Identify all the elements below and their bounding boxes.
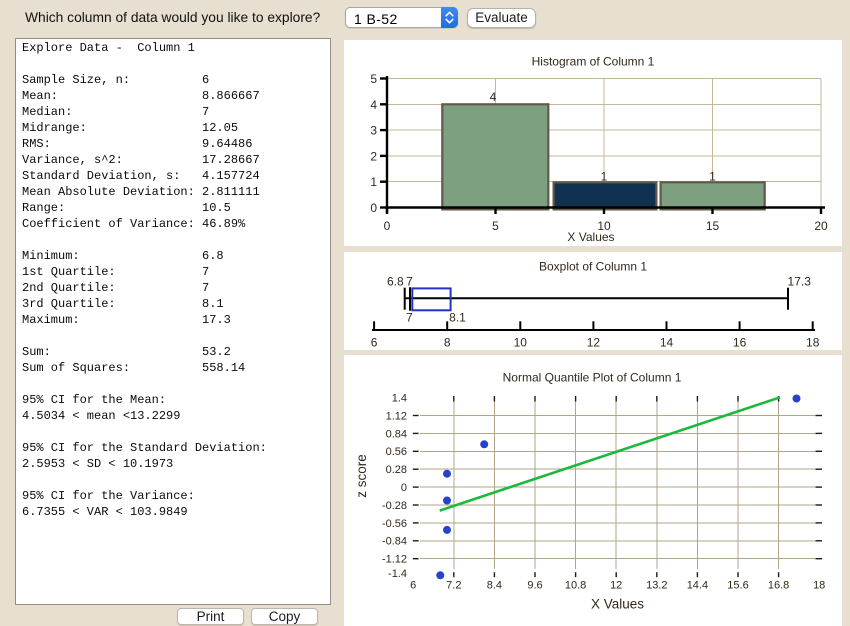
svg-text:7.2: 7.2 (446, 579, 461, 591)
svg-text:Histogram of Column 1: Histogram of Column 1 (532, 55, 655, 69)
svg-text:14.4: 14.4 (687, 579, 708, 591)
svg-text:6: 6 (410, 579, 416, 591)
svg-text:-1.12: -1.12 (382, 554, 407, 566)
svg-text:Normal Quantile Plot of Column: Normal Quantile Plot of Column 1 (503, 371, 682, 385)
svg-text:5: 5 (370, 72, 377, 86)
svg-text:0.56: 0.56 (386, 446, 407, 458)
svg-text:0: 0 (384, 219, 391, 233)
svg-text:8.1: 8.1 (449, 311, 466, 325)
svg-text:12: 12 (610, 579, 622, 591)
svg-text:7: 7 (406, 275, 413, 289)
svg-text:-0.28: -0.28 (382, 500, 407, 512)
svg-text:8: 8 (444, 336, 451, 350)
svg-text:-0.56: -0.56 (382, 518, 407, 530)
svg-text:z score: z score (354, 454, 369, 498)
svg-text:0: 0 (370, 201, 377, 215)
svg-text:5: 5 (492, 219, 499, 233)
svg-text:1: 1 (370, 175, 377, 189)
svg-text:7: 7 (406, 311, 413, 325)
svg-text:16.8: 16.8 (768, 579, 789, 591)
svg-text:1.12: 1.12 (386, 410, 407, 422)
svg-text:16: 16 (733, 336, 747, 350)
svg-text:13.2: 13.2 (646, 579, 667, 591)
svg-text:4: 4 (370, 98, 377, 112)
svg-text:1: 1 (601, 169, 608, 183)
svg-text:9.6: 9.6 (527, 579, 542, 591)
svg-text:1.4: 1.4 (392, 393, 407, 405)
svg-text:-1.4: -1.4 (388, 568, 407, 580)
svg-text:12: 12 (587, 336, 601, 350)
svg-text:2: 2 (370, 149, 377, 163)
svg-text:Boxplot of Column 1: Boxplot of Column 1 (539, 260, 647, 274)
svg-text:-0.84: -0.84 (382, 536, 407, 548)
svg-text:10: 10 (514, 336, 528, 350)
svg-text:18: 18 (813, 579, 825, 591)
svg-text:X Values: X Values (591, 597, 644, 612)
svg-text:6.8: 6.8 (387, 275, 404, 289)
svg-text:4: 4 (490, 90, 497, 104)
svg-text:0.84: 0.84 (386, 428, 407, 440)
svg-text:20: 20 (814, 219, 828, 233)
svg-text:0: 0 (401, 482, 407, 494)
svg-text:14: 14 (660, 336, 674, 350)
svg-text:1: 1 (709, 169, 716, 183)
svg-text:8.4: 8.4 (487, 579, 502, 591)
svg-text:17.3: 17.3 (788, 275, 812, 289)
svg-text:3: 3 (370, 124, 377, 138)
svg-text:15.6: 15.6 (727, 579, 748, 591)
svg-text:15: 15 (706, 219, 720, 233)
svg-text:18: 18 (806, 336, 820, 350)
svg-text:0.28: 0.28 (386, 464, 407, 476)
svg-text:6: 6 (371, 336, 378, 350)
svg-text:10.8: 10.8 (565, 579, 586, 591)
svg-text:X Values: X Values (567, 230, 614, 244)
